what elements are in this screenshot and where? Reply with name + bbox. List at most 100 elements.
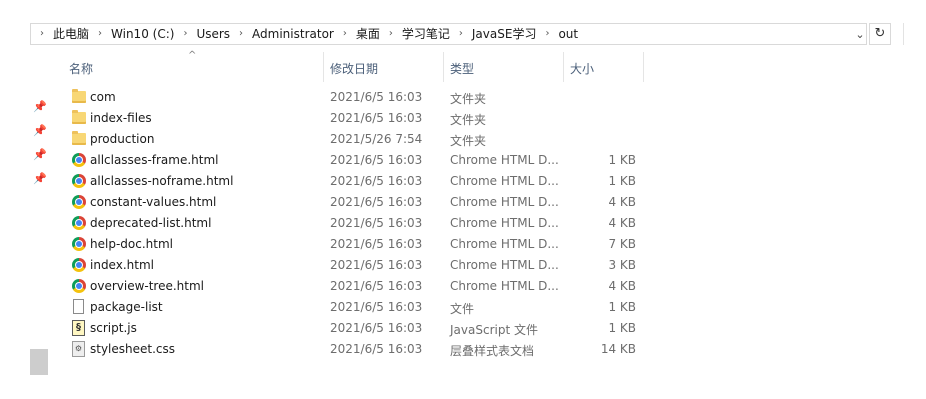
file-size: 4 KB: [608, 216, 636, 230]
file-name: script.js: [90, 321, 137, 335]
file-name: index.html: [90, 258, 154, 272]
column-header-type[interactable]: 类型: [450, 60, 474, 77]
file-date: 2021/6/5 16:03: [330, 90, 423, 104]
file-name: constant-values.html: [90, 195, 217, 209]
file-date: 2021/6/5 16:03: [330, 111, 423, 125]
chrome-html-icon: [72, 237, 86, 251]
file-row[interactable]: allclasses-frame.html 2021/6/5 16:03 Chrom…: [60, 150, 660, 171]
file-name: allclasses-frame.html: [90, 153, 219, 167]
file-type: Chrome HTML D...: [450, 174, 559, 188]
file-date: 2021/6/5 16:03: [330, 216, 423, 230]
column-header-date[interactable]: 修改日期: [330, 60, 378, 77]
file-size: 1 KB: [608, 174, 636, 188]
chrome-html-icon: [72, 279, 86, 293]
chrome-html-icon: [72, 195, 86, 209]
chevron-down-icon[interactable]: ⌄: [852, 27, 868, 43]
file-name: production: [90, 132, 155, 146]
file-size: 3 KB: [608, 258, 636, 272]
column-divider[interactable]: [443, 52, 444, 82]
file-date: 2021/6/5 16:03: [330, 237, 423, 251]
sort-ascending-icon: ^: [188, 50, 197, 61]
file-row[interactable]: package-list 2021/6/5 16:03 文件 1 KB: [60, 297, 660, 318]
file-row[interactable]: overview-tree.html 2021/6/5 16:03 Chrome H…: [60, 276, 660, 297]
column-divider[interactable]: [563, 52, 564, 82]
file-type: 文件夹: [450, 134, 487, 148]
column-header-size[interactable]: 大小: [570, 60, 594, 77]
column-divider[interactable]: [323, 52, 324, 82]
refresh-icon[interactable]: ↻: [869, 23, 891, 45]
file-name: allclasses-noframe.html: [90, 174, 234, 188]
css-file-icon: ⚙: [72, 341, 85, 357]
file-name: com: [90, 90, 116, 104]
file-size: 1 KB: [608, 321, 636, 335]
chrome-html-icon: [72, 216, 86, 230]
file-type: Chrome HTML D...: [450, 258, 559, 272]
breadcrumb-separator-icon[interactable]: ›: [536, 24, 549, 44]
file-type: Chrome HTML D...: [450, 279, 559, 293]
navigation-pane: [30, 46, 48, 399]
file-row[interactable]: index-files 2021/6/5 16:03 文件夹: [60, 108, 660, 129]
breadcrumb-separator-icon[interactable]: ›: [450, 24, 463, 44]
folder-icon: [72, 89, 86, 103]
breadcrumb-item[interactable]: Win10 (C:): [102, 24, 174, 44]
file-type: 文件: [450, 302, 475, 316]
breadcrumb-separator-icon[interactable]: ›: [174, 24, 187, 44]
file-date: 2021/5/26 7:54: [330, 132, 423, 146]
breadcrumb-separator-icon[interactable]: ›: [31, 24, 44, 44]
breadcrumb-item[interactable]: Administrator: [243, 24, 334, 44]
breadcrumb-item[interactable]: 桌面: [347, 24, 380, 44]
file-type: Chrome HTML D...: [450, 195, 559, 209]
file-row[interactable]: constant-values.html 2021/6/5 16:03 Chrome…: [60, 192, 660, 213]
scrollbar-thumb[interactable]: [30, 349, 48, 375]
breadcrumb-separator-icon[interactable]: ›: [230, 24, 243, 44]
breadcrumb-item[interactable]: Users: [187, 24, 230, 44]
file-size: 7 KB: [608, 237, 636, 251]
file-row[interactable]: help-doc.html 2021/6/5 16:03 Chrome HTML D…: [60, 234, 660, 255]
file-type: Chrome HTML D...: [450, 153, 559, 167]
breadcrumb-item[interactable]: JavaSE学习: [463, 24, 537, 44]
file-row[interactable]: index.html 2021/6/5 16:03 Chrome HTML D...…: [60, 255, 660, 276]
file-row[interactable]: allclasses-noframe.html 2021/6/5 16:03 Chr…: [60, 171, 660, 192]
pin-icon[interactable]: 📌: [33, 172, 47, 185]
file-name: help-doc.html: [90, 237, 173, 251]
file-date: 2021/6/5 16:03: [330, 195, 423, 209]
file-type: 文件夹: [450, 92, 487, 106]
file-row[interactable]: § script.js 2021/6/5 16:03 JavaScript 文件 1 K…: [60, 318, 660, 339]
file-date: 2021/6/5 16:03: [330, 342, 423, 356]
file-name: index-files: [90, 111, 152, 125]
divider: [903, 23, 904, 45]
breadcrumb-item[interactable]: 此电脑: [44, 24, 89, 44]
file-size: 14 KB: [600, 342, 636, 356]
breadcrumb-item[interactable]: out: [549, 24, 578, 44]
javascript-file-icon: §: [72, 320, 85, 336]
breadcrumb: › 此电脑 › Win10 (C:) › Users › Administrator › 桌面 › 学…: [31, 24, 578, 44]
file-size: 1 KB: [608, 300, 636, 314]
pin-icon[interactable]: 📌: [33, 124, 47, 137]
breadcrumb-separator-icon[interactable]: ›: [334, 24, 347, 44]
file-type: 文件夹: [450, 113, 487, 127]
column-divider[interactable]: [643, 52, 644, 82]
file-row[interactable]: production 2021/5/26 7:54 文件夹: [60, 129, 660, 150]
chrome-html-icon: [72, 174, 86, 188]
file-row[interactable]: ⚙ stylesheet.css 2021/6/5 16:03 层叠样式表文档 14 K…: [60, 339, 660, 360]
file-name: overview-tree.html: [90, 279, 205, 293]
file-date: 2021/6/5 16:03: [330, 153, 423, 167]
file-icon: [73, 299, 84, 314]
breadcrumb-separator-icon[interactable]: ›: [380, 24, 393, 44]
file-type: 层叠样式表文档: [450, 344, 535, 358]
file-date: 2021/6/5 16:03: [330, 258, 423, 272]
file-type: Chrome HTML D...: [450, 237, 559, 251]
address-bar[interactable]: › 此电脑 › Win10 (C:) › Users › Administrator › 桌面 › 学…: [30, 23, 867, 45]
chrome-html-icon: [72, 153, 86, 167]
pin-icon[interactable]: 📌: [33, 148, 47, 161]
file-row[interactable]: deprecated-list.html 2021/6/5 16:03 Chrome…: [60, 213, 660, 234]
column-header-name[interactable]: 名称: [69, 60, 93, 77]
breadcrumb-separator-icon[interactable]: ›: [89, 24, 102, 44]
breadcrumb-item[interactable]: 学习笔记: [393, 24, 450, 44]
chrome-html-icon: [72, 258, 86, 272]
file-date: 2021/6/5 16:03: [330, 300, 423, 314]
folder-icon: [72, 110, 86, 124]
folder-icon: [72, 131, 86, 145]
pin-icon[interactable]: 📌: [33, 100, 47, 113]
file-row[interactable]: com 2021/6/5 16:03 文件夹: [60, 87, 660, 108]
